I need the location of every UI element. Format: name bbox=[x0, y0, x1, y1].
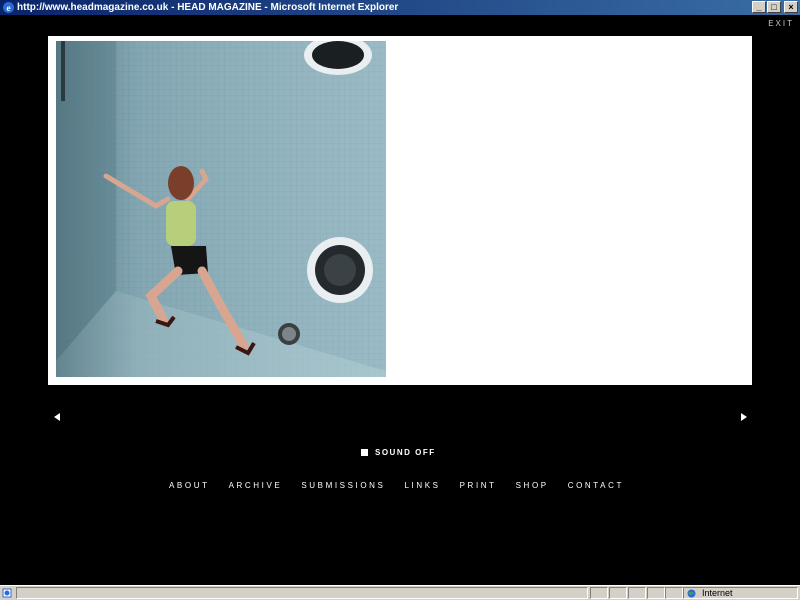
triangle-left-icon[interactable] bbox=[52, 412, 62, 422]
nav-shop[interactable]: SHOP bbox=[516, 481, 549, 490]
fashion-photo bbox=[56, 41, 386, 377]
nav-submissions[interactable]: SUBMISSIONS bbox=[301, 481, 385, 490]
ie-logo-icon: e bbox=[3, 2, 14, 13]
minimize-button[interactable]: _ bbox=[752, 1, 766, 13]
close-button[interactable]: × bbox=[784, 1, 798, 13]
nav-links[interactable]: LINKS bbox=[405, 481, 441, 490]
page-icon bbox=[2, 588, 12, 598]
sound-toggle[interactable]: SOUND OFF bbox=[361, 447, 436, 457]
status-bar: Internet bbox=[0, 585, 800, 600]
exit-link[interactable]: EXIT bbox=[768, 19, 794, 28]
square-icon bbox=[361, 448, 368, 456]
svg-text:e: e bbox=[7, 3, 11, 13]
site-nav: ABOUT ARCHIVE SUBMISSIONS LINKS PRINT SH… bbox=[169, 481, 624, 490]
triangle-right-icon[interactable] bbox=[739, 412, 749, 422]
nav-print[interactable]: PRINT bbox=[460, 481, 497, 490]
status-text-area bbox=[16, 587, 588, 599]
maximize-button[interactable]: □ bbox=[767, 1, 781, 13]
nav-archive[interactable]: ARCHIVE bbox=[229, 481, 283, 490]
status-cell bbox=[647, 587, 665, 599]
nav-contact[interactable]: CONTACT bbox=[568, 481, 624, 490]
window-title: http://www.headmagazine.co.uk - HEAD MAG… bbox=[17, 2, 399, 13]
status-cell bbox=[590, 587, 608, 599]
status-cell bbox=[628, 587, 646, 599]
photo-frame bbox=[48, 36, 752, 385]
security-zone: Internet bbox=[683, 587, 798, 599]
nav-about[interactable]: ABOUT bbox=[169, 481, 210, 490]
title-bar: e http://www.headmagazine.co.uk - HEAD M… bbox=[0, 0, 800, 15]
status-cell bbox=[665, 587, 683, 599]
status-cell bbox=[609, 587, 627, 599]
zone-label: Internet bbox=[702, 588, 733, 598]
globe-icon bbox=[687, 589, 696, 598]
sound-label: SOUND OFF bbox=[375, 447, 436, 457]
